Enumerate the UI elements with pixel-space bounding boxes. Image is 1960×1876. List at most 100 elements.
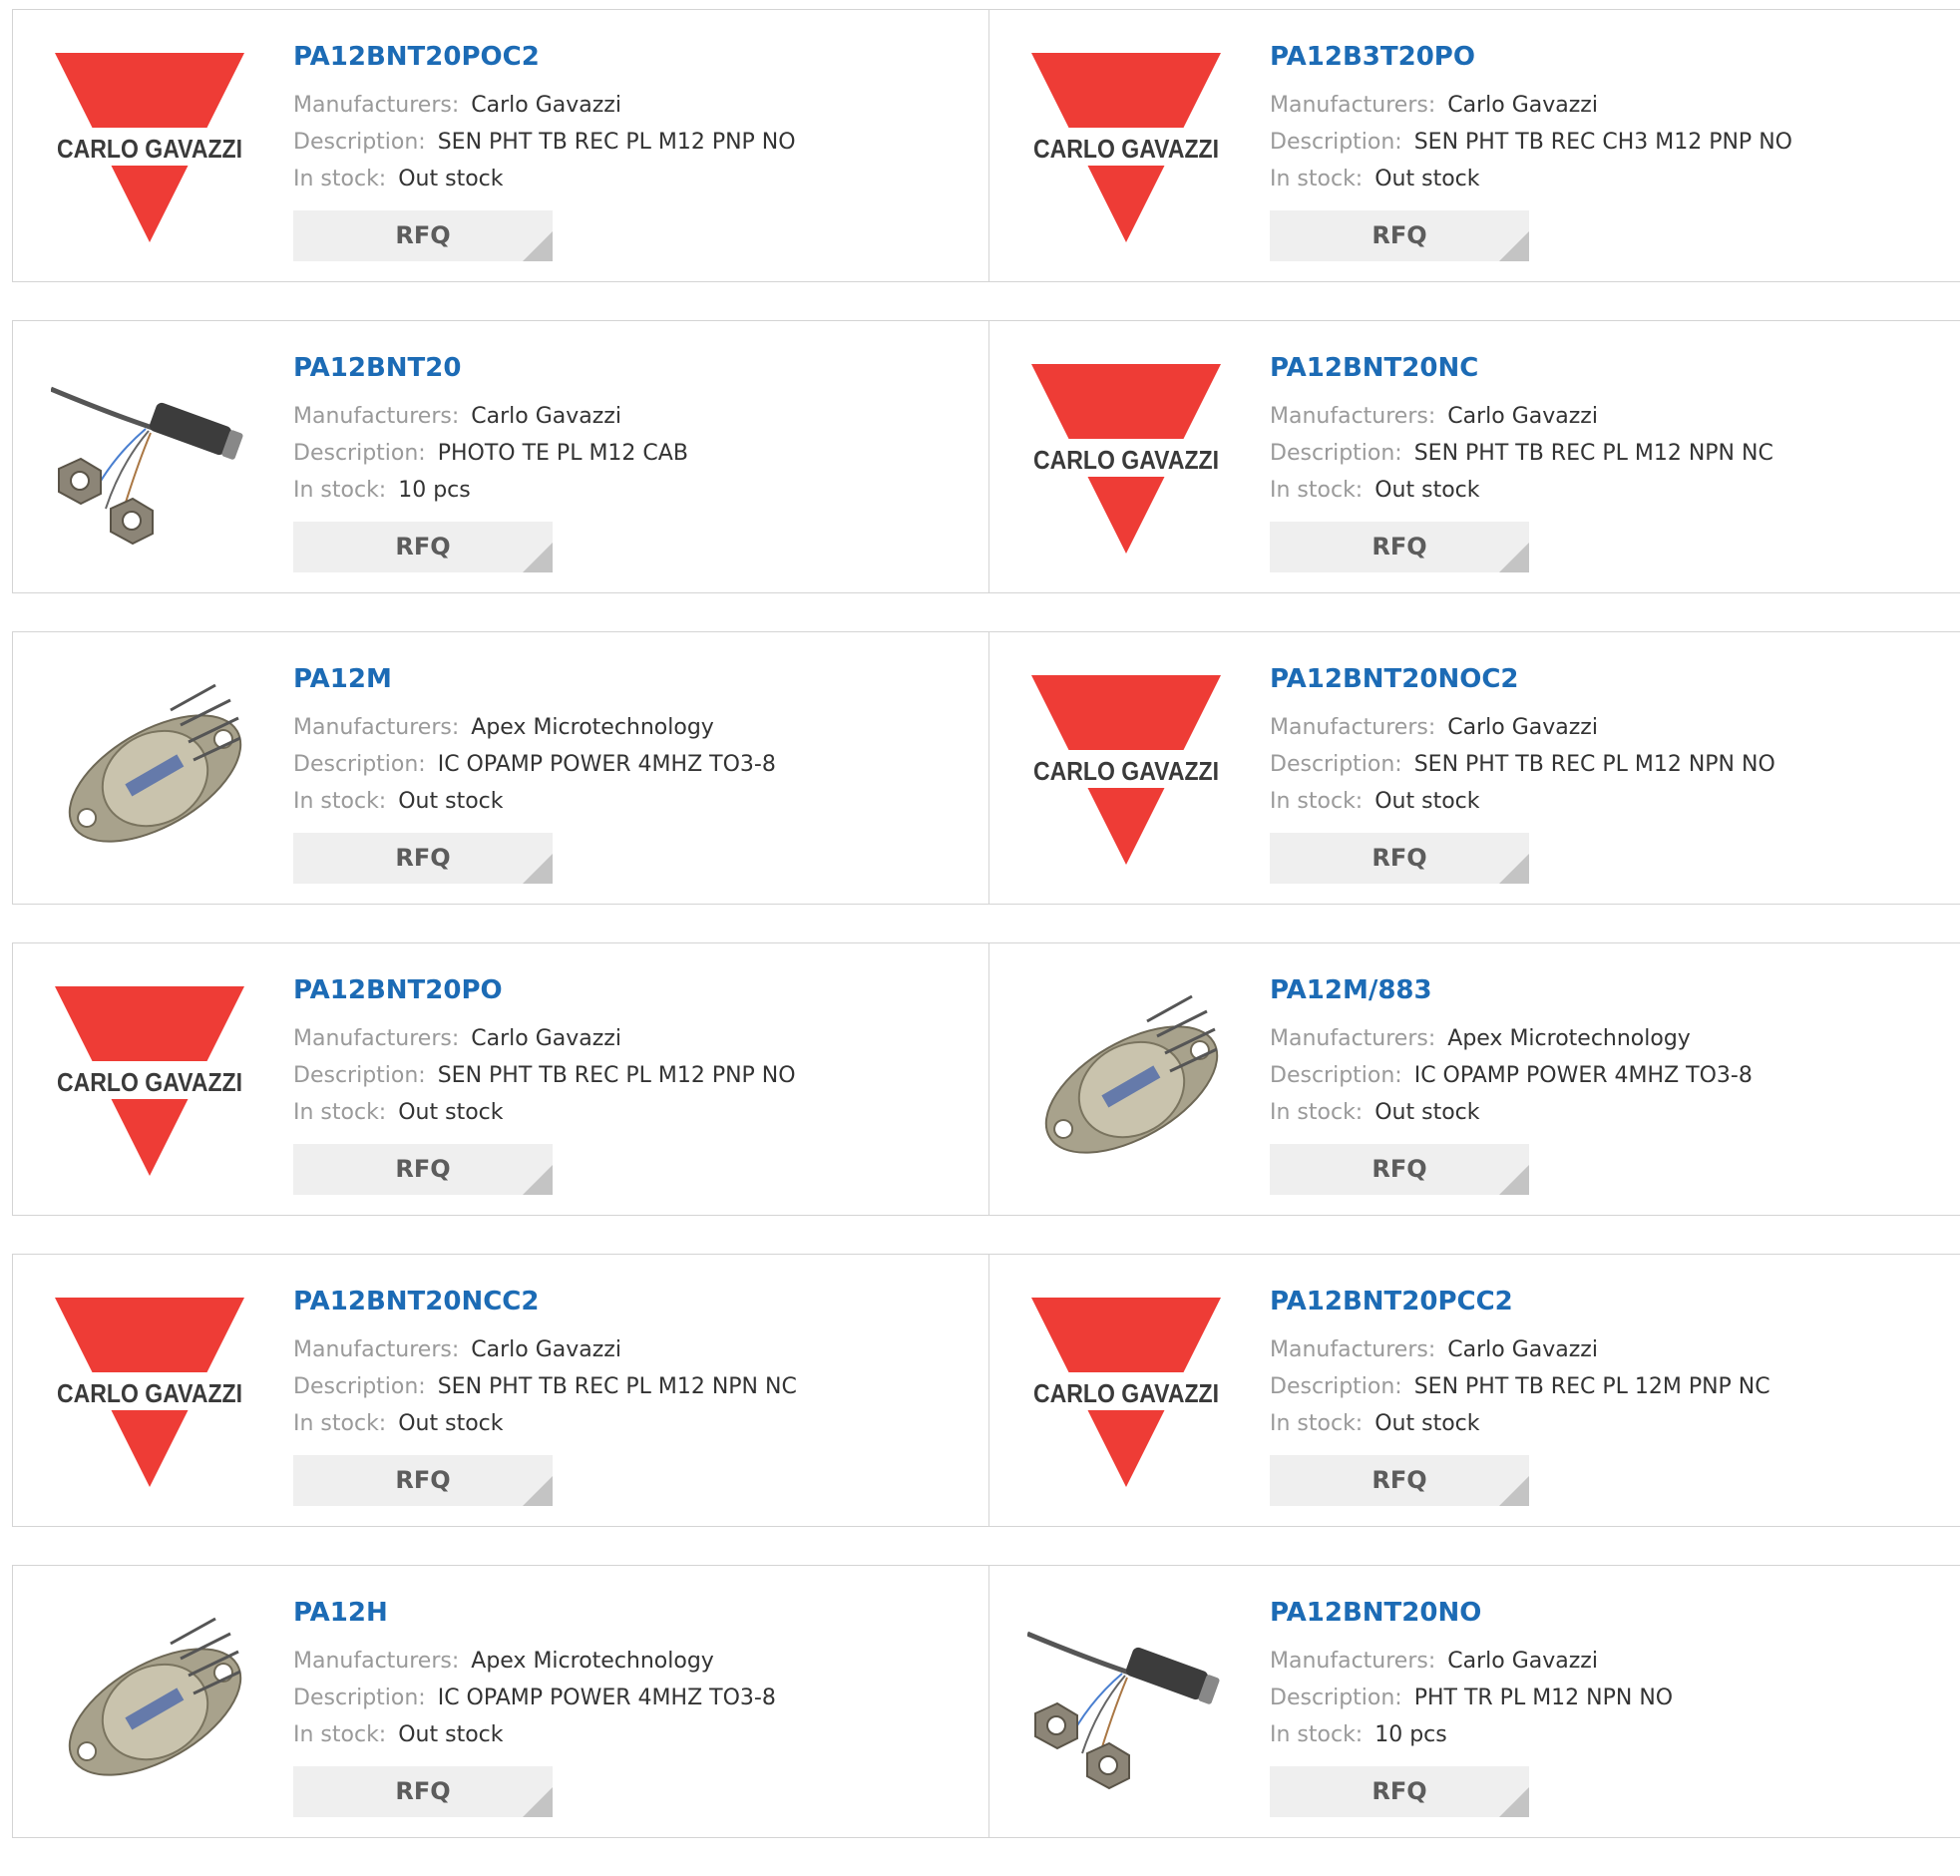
stock-label: In stock: xyxy=(1270,789,1364,814)
product-row: PA12BNT20 Manufacturers: Carlo Gavazzi Desc… xyxy=(12,320,1960,593)
corner-triangle-icon xyxy=(1499,1476,1529,1506)
product-name-link[interactable]: PA12H xyxy=(293,1596,776,1630)
description-value: SEN PHT TB REC PL M12 NPN NC xyxy=(437,1374,797,1399)
description-value: SEN PHT TB REC CH3 M12 PNP NO xyxy=(1413,130,1792,155)
svg-text:CARLO GAVAZZI: CARLO GAVAZZI xyxy=(57,1378,242,1408)
stock-value: Out stock xyxy=(398,1411,504,1436)
product-name-link[interactable]: PA12BNT20NCC2 xyxy=(293,1285,797,1318)
carlo-gavazzi-logo-image[interactable]: CARLO GAVAZZI xyxy=(51,48,248,245)
product-card: CARLO GAVAZZI PA12B3T20PO Manufacturers: Ca… xyxy=(988,10,1960,281)
rfq-button[interactable]: RFQ xyxy=(1270,1144,1529,1195)
stock-value: Out stock xyxy=(1374,1411,1480,1436)
description-label: Description: xyxy=(293,130,426,155)
manufacturer-line: Manufacturers: Apex Microtechnology xyxy=(1270,1020,1753,1057)
carlo-gavazzi-logo-image[interactable]: CARLO GAVAZZI xyxy=(1027,670,1225,868)
stock-line: In stock: Out stock xyxy=(1270,472,1773,509)
rfq-button[interactable]: RFQ xyxy=(293,522,553,572)
rfq-button[interactable]: RFQ xyxy=(1270,833,1529,884)
product-info: PA12H Manufacturers: Apex Microtechnology D… xyxy=(293,1596,776,1753)
corner-triangle-icon xyxy=(523,543,553,572)
description-label: Description: xyxy=(1270,1374,1402,1399)
product-name-link[interactable]: PA12B3T20PO xyxy=(1270,40,1792,74)
carlo-gavazzi-logo-image[interactable]: CARLO GAVAZZI xyxy=(1027,48,1225,245)
manufacturer-label: Manufacturers: xyxy=(293,404,460,429)
description-line: Description: PHT TR PL M12 NPN NO xyxy=(1270,1680,1673,1716)
carlo-gavazzi-logo-image[interactable]: CARLO GAVAZZI xyxy=(1027,359,1225,557)
photo-sensor-cable-image[interactable] xyxy=(51,359,248,557)
product-info: PA12M Manufacturers: Apex Microtechnology D… xyxy=(293,662,776,820)
description-label: Description: xyxy=(293,752,426,777)
product-info: PA12B3T20PO Manufacturers: Carlo Gavazzi De… xyxy=(1270,40,1792,197)
manufacturer-value: Carlo Gavazzi xyxy=(471,1026,621,1051)
manufacturer-value: Carlo Gavazzi xyxy=(471,404,621,429)
rfq-button[interactable]: RFQ xyxy=(293,1766,553,1817)
stock-line: In stock: Out stock xyxy=(1270,161,1792,197)
corner-triangle-icon xyxy=(1499,854,1529,884)
description-label: Description: xyxy=(1270,1686,1402,1710)
product-row: PA12H Manufacturers: Apex Microtechnology D… xyxy=(12,1565,1960,1838)
product-name-link[interactable]: PA12M xyxy=(293,662,776,696)
product-name-link[interactable]: PA12BNT20NOC2 xyxy=(1270,662,1775,696)
description-value: IC OPAMP POWER 4MHZ TO3-8 xyxy=(1413,1063,1753,1088)
rfq-button[interactable]: RFQ xyxy=(293,210,553,261)
stock-line: In stock: Out stock xyxy=(1270,1405,1770,1442)
photo-sensor-cable-image[interactable] xyxy=(1027,1604,1225,1801)
to3-package-image[interactable] xyxy=(1027,981,1225,1179)
stock-label: In stock: xyxy=(1270,1100,1364,1125)
stock-value: Out stock xyxy=(398,1722,504,1747)
manufacturer-label: Manufacturers: xyxy=(1270,1026,1436,1051)
product-name-link[interactable]: PA12BNT20NC xyxy=(1270,351,1773,385)
product-name-link[interactable]: PA12BNT20PCC2 xyxy=(1270,1285,1770,1318)
carlo-gavazzi-logo-image[interactable]: CARLO GAVAZZI xyxy=(51,1293,248,1490)
corner-triangle-icon xyxy=(1499,1787,1529,1817)
stock-value: Out stock xyxy=(398,789,504,814)
description-line: Description: SEN PHT TB REC CH3 M12 PNP N… xyxy=(1270,124,1792,161)
to3-package-image[interactable] xyxy=(51,670,248,868)
stock-value: Out stock xyxy=(1374,789,1480,814)
description-label: Description: xyxy=(1270,130,1402,155)
description-line: Description: IC OPAMP POWER 4MHZ TO3-8 xyxy=(1270,1057,1753,1094)
product-name-link[interactable]: PA12M/883 xyxy=(1270,973,1753,1007)
rfq-label: RFQ xyxy=(395,221,451,249)
carlo-gavazzi-logo-image[interactable]: CARLO GAVAZZI xyxy=(51,981,248,1179)
product-name-link[interactable]: PA12BNT20POC2 xyxy=(293,40,796,74)
product-card: PA12M/883 Manufacturers: Apex Microtechnol… xyxy=(988,943,1960,1215)
product-card: PA12BNT20 Manufacturers: Carlo Gavazzi Desc… xyxy=(13,321,988,592)
rfq-button[interactable]: RFQ xyxy=(293,1455,553,1506)
manufacturer-label: Manufacturers: xyxy=(293,1026,460,1051)
rfq-button[interactable]: RFQ xyxy=(1270,210,1529,261)
rfq-button[interactable]: RFQ xyxy=(1270,522,1529,572)
rfq-button[interactable]: RFQ xyxy=(1270,1455,1529,1506)
description-label: Description: xyxy=(1270,441,1402,466)
product-name-link[interactable]: PA12BNT20 xyxy=(293,351,688,385)
product-info: PA12BNT20POC2 Manufacturers: Carlo Gavazzi… xyxy=(293,40,796,197)
rfq-button[interactable]: RFQ xyxy=(293,1144,553,1195)
stock-line: In stock: Out stock xyxy=(293,1094,796,1131)
description-label: Description: xyxy=(1270,1063,1402,1088)
product-info: PA12BNT20NOC2 Manufacturers: Carlo Gavazzi… xyxy=(1270,662,1775,820)
rfq-label: RFQ xyxy=(1372,844,1427,872)
description-value: PHT TR PL M12 NPN NO xyxy=(1413,1686,1674,1710)
manufacturer-value: Carlo Gavazzi xyxy=(471,1337,621,1362)
to3-package-image[interactable] xyxy=(51,1604,248,1801)
rfq-label: RFQ xyxy=(395,533,451,561)
rfq-button[interactable]: RFQ xyxy=(293,833,553,884)
manufacturer-line: Manufacturers: Carlo Gavazzi xyxy=(293,87,796,124)
description-line: Description: PHOTO TE PL M12 CAB xyxy=(293,435,688,472)
description-value: SEN PHT TB REC PL M12 PNP NO xyxy=(437,1063,796,1088)
carlo-gavazzi-logo-image[interactable]: CARLO GAVAZZI xyxy=(1027,1293,1225,1490)
rfq-label: RFQ xyxy=(395,1777,451,1805)
stock-label: In stock: xyxy=(293,1100,387,1125)
product-name-link[interactable]: PA12BNT20PO xyxy=(293,973,796,1007)
description-line: Description: SEN PHT TB REC PL 12M PNP NC xyxy=(1270,1368,1770,1405)
corner-triangle-icon xyxy=(523,231,553,261)
stock-label: In stock: xyxy=(1270,1722,1364,1747)
manufacturer-value: Apex Microtechnology xyxy=(1447,1026,1691,1051)
stock-value: Out stock xyxy=(398,167,504,191)
rfq-button[interactable]: RFQ xyxy=(1270,1766,1529,1817)
product-name-link[interactable]: PA12BNT20NO xyxy=(1270,1596,1673,1630)
description-label: Description: xyxy=(293,1686,426,1710)
description-value: SEN PHT TB REC PL M12 NPN NC xyxy=(1413,441,1773,466)
corner-triangle-icon xyxy=(1499,543,1529,572)
svg-text:CARLO GAVAZZI: CARLO GAVAZZI xyxy=(1033,134,1219,164)
